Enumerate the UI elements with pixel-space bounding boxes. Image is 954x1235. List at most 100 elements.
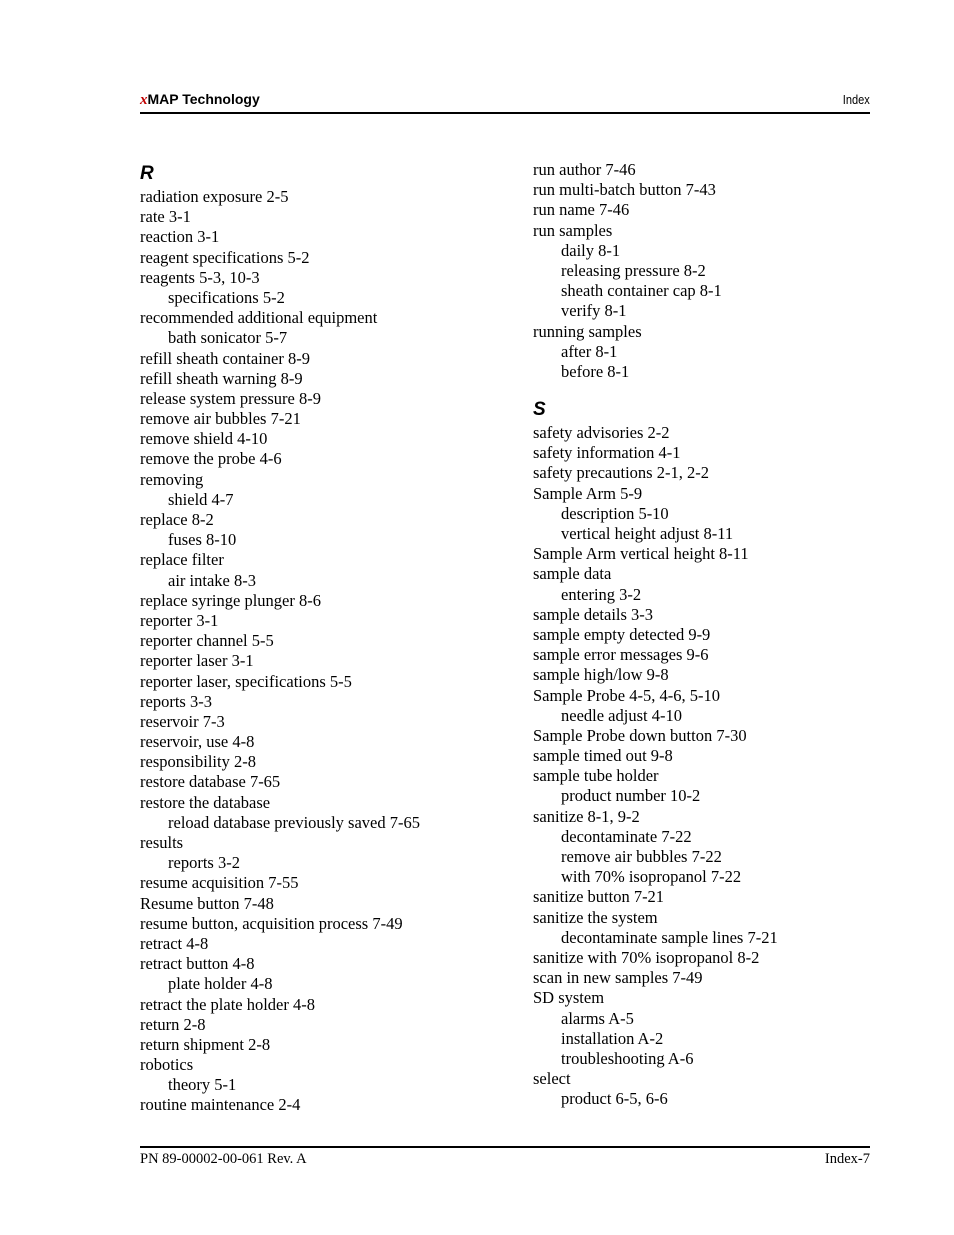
index-entry: sanitize the system xyxy=(533,907,658,927)
index-subentry: vertical height adjust 8-11 xyxy=(561,524,734,543)
index-subentry: troubleshooting A-6 xyxy=(561,1048,694,1068)
index-entry: sanitize button 7-21 xyxy=(533,887,665,907)
index-entry: sample empty detected 9-9 xyxy=(533,624,711,644)
index-entry: SD system xyxy=(533,988,605,1008)
index-entry: sample tube holder xyxy=(533,766,659,786)
index-entry: return 2-8 xyxy=(140,1014,206,1034)
index-entry: responsibility 2-8 xyxy=(140,752,256,772)
index-entry: safety advisories 2-2 xyxy=(533,423,670,443)
index-entry: Sample Arm vertical height 8-11 xyxy=(533,544,749,564)
index-entry: running samples xyxy=(533,321,642,341)
index-entry: reservoir 7-3 xyxy=(140,711,225,731)
index-entry: remove air bubbles 7-21 xyxy=(140,409,301,429)
index-entry: remove the probe 4-6 xyxy=(140,449,282,469)
index-entry: reporter laser 3-1 xyxy=(140,651,254,671)
index-entry: remove shield 4-10 xyxy=(140,429,268,449)
index-subentry: daily 8-1 xyxy=(561,240,621,260)
index-entry: release system pressure 8-9 xyxy=(140,388,321,408)
index-entry: refill sheath container 8-9 xyxy=(140,348,310,368)
index-letter-heading: R xyxy=(140,163,154,184)
part-number: PN 89-00002-00-061 Rev. A xyxy=(140,1151,307,1167)
section-title: Index xyxy=(842,92,870,107)
brand-prefix: x xyxy=(140,92,148,108)
index-entry: sanitize 8-1, 9-2 xyxy=(533,806,640,826)
index-entry-list: safety advisories 2-2 safety information … xyxy=(533,423,873,1109)
index-entry: reporter laser, specifications 5-5 xyxy=(140,671,352,691)
index-entry-list-continued: run author 7-46 run multi-batch button 7-… xyxy=(533,160,873,382)
index-entry: reports 3-3 xyxy=(140,691,212,711)
index-subentry: reload database previously saved 7-65 xyxy=(168,812,420,832)
index-entry: reagents 5-3, 10-3 xyxy=(140,267,260,287)
index-subentry: air intake 8-3 xyxy=(168,570,256,590)
index-subentry: decontaminate sample lines 7-21 xyxy=(561,927,778,947)
index-entry: reaction 3-1 xyxy=(140,227,220,247)
index-letter-heading: S xyxy=(533,399,546,421)
page-header: xMAP Technology Index xyxy=(140,91,870,113)
index-entry: reporter channel 5-5 xyxy=(140,631,274,651)
index-entry: reporter 3-1 xyxy=(140,610,219,630)
index-entry: rate 3-1 xyxy=(140,207,191,227)
index-entry: sample data xyxy=(533,564,612,584)
index-subentry: needle adjust 4-10 xyxy=(561,705,682,725)
page-number: Index-7 xyxy=(824,1151,870,1167)
brand-title: xMAP Technology xyxy=(140,91,260,109)
index-entry: sanitize with 70% isopropanol 8-2 xyxy=(533,947,760,967)
index-entry: sample high/low 9-8 xyxy=(533,665,669,685)
index-entry: resume button, acquisition process 7-49 xyxy=(140,913,403,933)
index-entry: resume acquisition 7-55 xyxy=(140,873,299,893)
index-entry: Sample Arm 5-9 xyxy=(533,483,643,503)
index-subentry: alarms A-5 xyxy=(561,1008,634,1028)
header-divider xyxy=(140,112,870,114)
footer-divider xyxy=(140,1146,870,1148)
index-entry: run samples xyxy=(533,220,613,240)
index-subentry: releasing pressure 8-2 xyxy=(561,260,706,280)
index-entry: safety information 4-1 xyxy=(533,443,681,463)
index-entry: reservoir, use 4-8 xyxy=(140,732,255,752)
index-entry: scan in new samples 7-49 xyxy=(533,968,703,988)
index-entry: run name 7-46 xyxy=(533,200,630,220)
index-entry-list: radiation exposure 2-5 rate 3-1 reaction 3… xyxy=(140,187,510,1116)
index-subentry: reports 3-2 xyxy=(168,853,240,873)
index-entry: routine maintenance 2-4 xyxy=(140,1095,301,1115)
index-entry: restore the database xyxy=(140,792,271,812)
index-subentry: installation A-2 xyxy=(561,1028,664,1048)
index-subentry: verify 8-1 xyxy=(561,301,627,321)
brand-name: MAP Technology xyxy=(147,91,260,107)
index-entry: reagent specifications 5-2 xyxy=(140,247,310,267)
index-entry: retract 4-8 xyxy=(140,933,209,953)
index-entry: retract button 4-8 xyxy=(140,954,255,974)
index-subentry: before 8-1 xyxy=(561,361,630,381)
index-entry: Resume button 7-48 xyxy=(140,893,274,913)
index-entry: restore database 7-65 xyxy=(140,772,281,792)
index-entry: refill sheath warning 8-9 xyxy=(140,368,303,388)
index-column-right: run author 7-46 run multi-batch button 7-… xyxy=(533,160,873,1109)
index-entry: return shipment 2-8 xyxy=(140,1034,271,1054)
index-column-left: R radiation exposure 2-5 rate 3-1 reaction… xyxy=(140,160,510,1116)
index-entry: recommended additional equipment xyxy=(140,308,378,328)
index-subentry: bath sonicator 5-7 xyxy=(168,328,288,348)
index-subentry: decontaminate 7-22 xyxy=(561,826,692,846)
index-entry: run multi-batch button 7-43 xyxy=(533,180,716,200)
index-subentry: plate holder 4-8 xyxy=(168,974,273,994)
index-subentry: entering 3-2 xyxy=(561,584,642,604)
index-subentry: theory 5-1 xyxy=(168,1075,237,1095)
index-entry: select xyxy=(533,1069,571,1089)
index-entry: sample details 3-3 xyxy=(533,604,654,624)
index-subentry: sheath container cap 8-1 xyxy=(561,281,722,301)
index-subentry: remove air bubbles 7-22 xyxy=(561,847,722,866)
index-entry: safety precautions 2-1, 2-2 xyxy=(533,463,709,483)
index-subentry: product number 10-2 xyxy=(561,786,701,806)
index-entry: run author 7-46 xyxy=(533,160,636,179)
index-entry: Sample Probe 4-5, 4-6, 5-10 xyxy=(533,685,720,705)
index-entry: radiation exposure 2-5 xyxy=(140,187,289,206)
index-entry: results xyxy=(140,833,184,852)
index-subentry: description 5-10 xyxy=(561,503,669,523)
index-entry: replace 8-2 xyxy=(140,510,214,529)
index-entry: removing xyxy=(140,469,204,489)
index-entry: sample timed out 9-8 xyxy=(533,746,673,766)
index-entry: sample error messages 9-6 xyxy=(533,645,709,665)
index-subentry: with 70% isopropanol 7-22 xyxy=(561,867,742,887)
index-entry: retract the plate holder 4-8 xyxy=(140,994,315,1014)
index-subentry: product 6-5, 6-6 xyxy=(561,1089,668,1109)
